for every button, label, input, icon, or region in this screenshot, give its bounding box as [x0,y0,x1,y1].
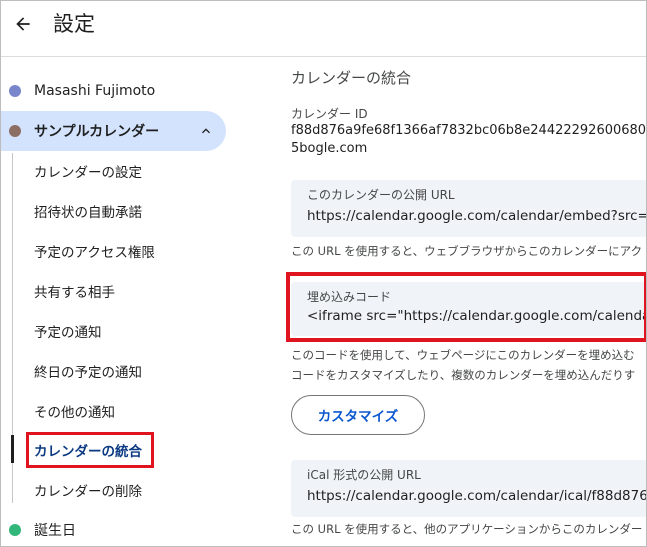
calendar-id-label: カレンダー ID [291,107,368,121]
chevron-up-icon[interactable] [198,123,214,139]
sidebar-item-auto-accept[interactable]: 招待状の自動承諾 [34,191,234,231]
back-button[interactable] [9,10,37,38]
sidebar-item-calendar-settings[interactable]: カレンダーの設定 [34,151,234,191]
sidebar-calendar-birthdays[interactable]: 誕生日 [1,510,76,546]
settings-window: 設定 Masashi Fujimoto サンプルカレンダー カレンダーの設定 招… [0,0,647,547]
header: 設定 [1,1,646,57]
calendar-label: 誕生日 [34,523,76,539]
sidebar-item-remove-calendar[interactable]: カレンダーの削除 [34,470,234,510]
main-content: カレンダーの統合 カレンダー ID f88d876a9fe68f1366af78… [271,57,647,546]
active-indicator [11,435,14,463]
highlight-box [286,272,646,342]
embed-help-line-2: コードをカスタマイズしたり、複数のカレンダーを埋め込んだりす [291,368,636,382]
ical-url-value[interactable]: https://calendar.google.com/calendar/ica… [307,488,646,504]
calendar-color-dot [9,85,21,97]
calendar-color-dot [9,524,21,536]
customize-button[interactable]: カスタマイズ [291,395,425,435]
sidebar-item-allday-notifications[interactable]: 終日の予定の通知 [34,351,234,391]
ical-url-label: iCal 形式の公開 URL [307,468,421,482]
page-title: 設定 [53,12,95,36]
sidebar: Masashi Fujimoto サンプルカレンダー カレンダーの設定 招待状の… [1,57,261,546]
sidebar-item-shared-with[interactable]: 共有する相手 [34,271,234,311]
sidebar-item-access-permissions[interactable]: 予定のアクセス権限 [34,231,234,271]
highlight-box [26,432,154,468]
embed-help-line-1: このコードを使用して、ウェブページにこのカレンダーを埋め込む [291,348,635,362]
sidebar-item-label: 共有する相手 [34,285,115,301]
sidebar-item-label: カレンダーの設定 [34,165,142,181]
calendar-color-dot [9,125,21,137]
sidebar-item-other-notifications[interactable]: その他の通知 [34,391,234,431]
sidebar-item-label: 招待状の自動承諾 [34,205,142,221]
ical-url-help: この URL を使用すると、他のアプリケーションからこのカレンダー [291,522,643,536]
public-url-field[interactable]: このカレンダーの公開 URL https://calendar.google.c… [291,180,646,237]
sidebar-item-label: その他の通知 [34,405,115,421]
arrow-back-icon [16,17,30,31]
section-title: カレンダーの統合 [291,69,412,87]
public-url-help: この URL を使用すると、ウェブブラウザからこのカレンダーにアク [291,244,643,258]
sidebar-item-label: 予定のアクセス権限 [34,245,155,261]
public-url-label: このカレンダーの公開 URL [307,188,455,202]
sidebar-item-label: カレンダーの削除 [34,484,142,500]
ical-url-field[interactable]: iCal 形式の公開 URL https://calendar.google.c… [291,460,646,517]
public-url-value[interactable]: https://calendar.google.com/calendar/emb… [307,208,646,224]
sidebar-calendar-masashi[interactable]: Masashi Fujimoto [1,71,155,111]
sidebar-calendar-sample[interactable]: サンプルカレンダー [1,111,226,151]
calendar-label: サンプルカレンダー [34,124,160,140]
sidebar-item-label: 終日の予定の通知 [34,365,142,381]
calendar-label: Masashi Fujimoto [34,83,156,99]
calendar-id-value: f88d876a9fe68f1366af7832bc06b8e244222926… [291,123,647,156]
sidebar-item-event-notifications[interactable]: 予定の通知 [34,311,234,351]
sidebar-item-label: 予定の通知 [34,325,102,341]
